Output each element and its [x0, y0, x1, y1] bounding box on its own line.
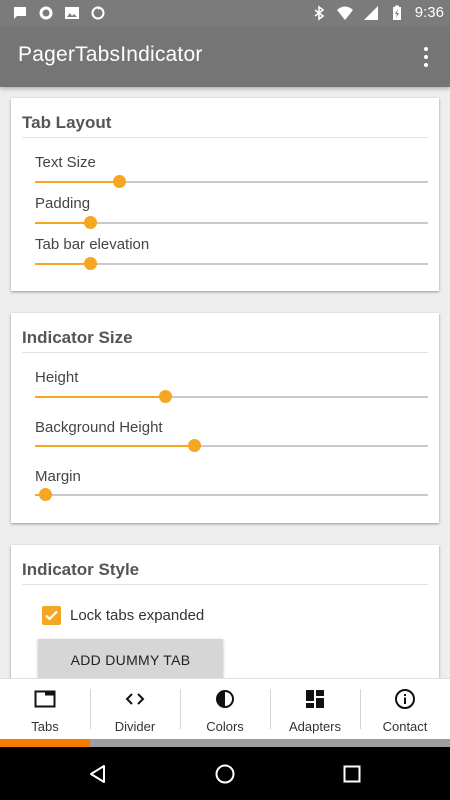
app-bar: PagerTabsIndicator	[0, 27, 450, 87]
tab-contact[interactable]: Contact	[360, 679, 450, 739]
padding-label: Padding	[35, 195, 91, 212]
slider-thumb[interactable]	[158, 390, 172, 403]
info-icon	[395, 689, 415, 709]
signal-icon	[363, 5, 378, 20]
more-vert-icon[interactable]	[414, 43, 438, 71]
slider-thumb[interactable]	[188, 439, 202, 452]
card-indicator-size: Indicator Size Height Background Height …	[11, 313, 439, 523]
card-divider	[22, 584, 428, 585]
card-divider	[22, 352, 428, 353]
card-tab-layout: Tab Layout Text Size Padding Tab bar ele…	[11, 98, 439, 291]
recents-icon[interactable]	[341, 763, 363, 785]
bottom-nav: Tabs Divider Colors Adapters Contact	[0, 678, 450, 739]
slider-thumb[interactable]	[38, 488, 52, 501]
sync-icon	[91, 6, 105, 20]
tab-label: Adapters	[288, 719, 342, 734]
tab-bar-elevation-label: Tab bar elevation	[35, 236, 150, 253]
slider-thumb[interactable]	[113, 175, 127, 188]
tab-label: Divider	[114, 719, 156, 734]
tab-adapters[interactable]: Adapters	[270, 679, 360, 739]
card-indicator-style: Indicator Style Lock tabs expanded ADD D…	[11, 545, 439, 678]
tab-icon	[34, 690, 56, 708]
battery-charging-icon	[392, 5, 401, 20]
back-icon[interactable]	[87, 763, 109, 785]
background-height-label: Background Height	[35, 419, 163, 436]
margin-slider[interactable]	[35, 488, 428, 502]
message-icon	[14, 7, 26, 19]
home-icon[interactable]	[214, 763, 236, 785]
card-divider	[22, 137, 428, 138]
bluetooth-icon	[314, 4, 325, 21]
lock-tabs-row[interactable]: Lock tabs expanded	[42, 606, 204, 625]
system-nav-bar	[0, 747, 450, 800]
status-bar: 9:36	[0, 0, 450, 27]
status-time: 9:36	[414, 4, 444, 21]
height-label: Height	[35, 369, 79, 386]
tab-label: Tabs	[31, 719, 59, 734]
margin-label: Margin	[35, 468, 81, 485]
lock-tabs-checkbox[interactable]	[42, 606, 61, 625]
tab-tabs[interactable]: Tabs	[0, 679, 90, 739]
tab-divider[interactable]: Divider	[90, 679, 180, 739]
tab-bar-elevation-slider[interactable]	[35, 257, 428, 271]
wifi-icon	[336, 6, 353, 20]
circle-icon	[39, 6, 53, 20]
slider-thumb[interactable]	[84, 216, 98, 229]
lock-tabs-label: Lock tabs expanded	[70, 607, 205, 624]
tab-label: Contact	[382, 719, 428, 734]
card-title: Tab Layout	[22, 113, 112, 132]
card-title: Indicator Style	[22, 560, 140, 579]
add-dummy-tab-button[interactable]: ADD DUMMY TAB	[38, 639, 223, 678]
tab-colors[interactable]: Colors	[180, 679, 270, 739]
slider-thumb[interactable]	[84, 257, 98, 270]
tab-label: Colors	[206, 719, 244, 734]
image-icon	[65, 7, 79, 19]
card-title: Indicator Size	[22, 328, 133, 347]
contrast-icon	[216, 690, 234, 708]
tab-indicator-active	[0, 739, 90, 747]
tab-indicator-track	[0, 739, 450, 747]
text-size-slider[interactable]	[35, 175, 428, 189]
app-title: PagerTabsIndicator	[18, 43, 203, 66]
dashboard-icon	[306, 690, 324, 708]
padding-slider[interactable]	[35, 216, 428, 230]
code-icon	[125, 693, 145, 705]
settings-content[interactable]: Tab Layout Text Size Padding Tab bar ele…	[0, 87, 450, 678]
background-height-slider[interactable]	[35, 439, 428, 453]
check-icon	[45, 610, 58, 621]
height-slider[interactable]	[35, 390, 428, 404]
text-size-label: Text Size	[35, 154, 96, 171]
